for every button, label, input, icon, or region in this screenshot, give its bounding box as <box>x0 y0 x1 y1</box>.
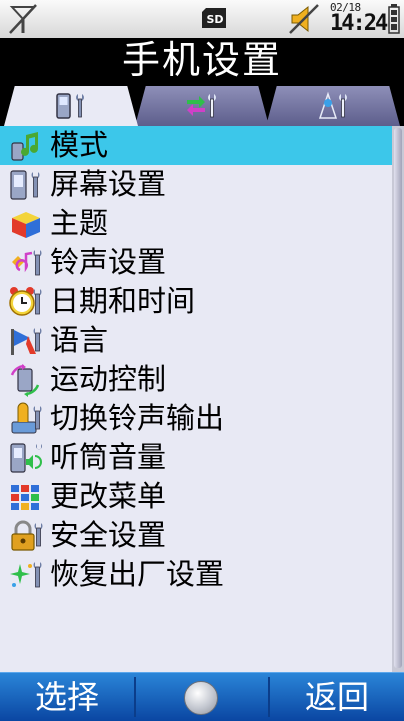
menu-item-change-menu[interactable]: 更改菜单 <box>0 477 392 516</box>
svg-text:SD: SD <box>206 13 223 26</box>
menu-item-earpiece-volume[interactable]: 听筒音量 <box>0 438 392 477</box>
status-bar: SD 02/18 14:24 <box>0 0 404 38</box>
menu-item-factory-reset[interactable]: 恢复出厂设置 <box>0 555 392 594</box>
network-settings-tab[interactable] <box>266 86 400 126</box>
language-icon <box>11 327 42 355</box>
mode-icon <box>11 131 38 161</box>
menu-item-ringtone-settings[interactable]: 铃声设置 <box>0 243 392 282</box>
menu-item-date-time[interactable]: 日期和时间 <box>0 282 392 321</box>
settings-tabs <box>0 82 404 126</box>
antenna-wrench-icon <box>318 91 347 119</box>
sd-card-icon: SD <box>202 8 226 28</box>
softkey-divider <box>134 677 136 717</box>
menu-item-language[interactable]: 语言 <box>0 321 392 360</box>
arrows-wrench-icon <box>187 94 216 118</box>
menu-item-security-settings[interactable]: 安全设置 <box>0 516 392 555</box>
no-signal-icon <box>9 4 37 34</box>
phone-wrench-icon <box>56 93 84 119</box>
phone-settings-tab[interactable] <box>4 86 138 126</box>
menu-item-motion-control[interactable]: 运动控制 <box>0 360 392 399</box>
center-navigation-key[interactable] <box>184 681 218 715</box>
status-time: 14:24 <box>330 11 388 36</box>
connection-settings-tab[interactable] <box>135 86 269 126</box>
menu-item-mode[interactable]: 模式 <box>0 126 392 165</box>
motion-control-icon <box>10 363 40 397</box>
menu-item-theme[interactable]: 主题 <box>0 204 392 243</box>
earpiece-volume-icon <box>10 442 43 473</box>
softkey-bar: 选择 返回 <box>0 672 404 721</box>
page-title: 手机设置 <box>0 38 404 82</box>
battery-icon <box>388 4 400 34</box>
menu-item-switch-ring-output[interactable]: 切换铃声输出 <box>0 399 392 438</box>
screen-settings-icon <box>10 169 40 200</box>
silent-mode-icon <box>289 4 319 34</box>
select-softkey[interactable]: 选择 <box>0 673 134 721</box>
scrollbar-thumb[interactable] <box>394 128 402 668</box>
alarm-clock-icon <box>9 286 42 316</box>
factory-reset-icon <box>10 561 42 587</box>
change-menu-icon <box>11 484 39 510</box>
menu-item-screen-settings[interactable]: 屏幕设置 <box>0 165 392 204</box>
back-softkey[interactable]: 返回 <box>270 673 404 721</box>
ringtone-icon <box>12 249 42 275</box>
theme-icon <box>12 211 40 238</box>
menu-scrollbar[interactable] <box>392 126 404 672</box>
ring-output-icon <box>11 402 42 433</box>
settings-menu-list: 模式 屏幕设置 主题 铃声设置 日期和时间 语言 运动控制 切换铃声输出 听筒音… <box>0 126 392 672</box>
lock-icon <box>11 520 43 551</box>
